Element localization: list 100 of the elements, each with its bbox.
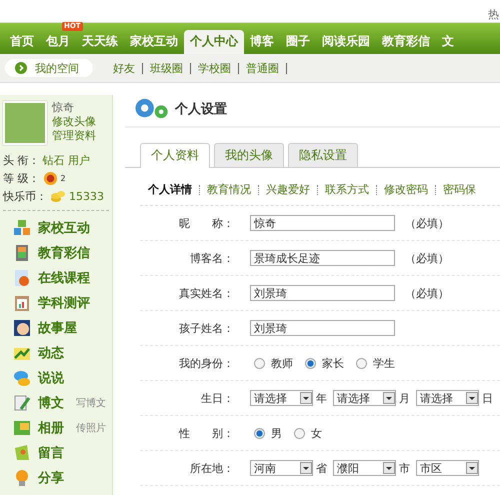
settings-tab[interactable]: 个人资料: [140, 143, 210, 168]
circle-link[interactable]: 好友: [113, 60, 135, 76]
stat-label: 头 衔：: [3, 152, 40, 168]
face-icon[interactable]: [13, 318, 31, 336]
section-link[interactable]: 个人详情: [148, 182, 192, 197]
chart-icon[interactable]: [13, 294, 31, 312]
field-label: 我的身份：: [178, 356, 235, 370]
sidebar-action-link[interactable]: 传照片: [76, 420, 106, 434]
dropdown[interactable]: 濮阳: [333, 460, 396, 476]
dropdown[interactable]: 请选择: [333, 390, 396, 406]
page-title: 个人设置: [175, 101, 227, 118]
radio-label: 教师: [271, 356, 293, 370]
sidebar-menu-item[interactable]: 相册: [38, 418, 64, 436]
field-label: 所在地：: [189, 460, 235, 476]
sidebar-menu-item[interactable]: 分享: [38, 468, 64, 486]
radio-label: 男: [271, 426, 282, 440]
circle-link[interactable]: 学校圈: [198, 60, 231, 76]
text-input[interactable]: 景琦成长足迹: [250, 250, 395, 266]
radio-button[interactable]: [305, 358, 316, 368]
sidebar-menu-item[interactable]: 学科测评: [38, 294, 90, 312]
sidebar-menu-item[interactable]: 在线课程: [38, 268, 90, 286]
radio-label: 女: [311, 426, 322, 440]
caret-icon: [466, 462, 478, 474]
section-link[interactable]: 密码保: [443, 182, 476, 197]
coin-count: 15333: [69, 190, 104, 202]
dropdown[interactable]: 请选择: [416, 390, 479, 406]
sidebar-menu-item[interactable]: 动态: [38, 344, 64, 362]
nav-tab[interactable]: 天天练: [76, 30, 124, 54]
nav-tab[interactable]: 阅读乐园: [316, 30, 376, 54]
nav-tab[interactable]: 个人中心: [184, 30, 244, 54]
section-link[interactable]: 教育情况: [207, 182, 251, 197]
profile-link[interactable]: 修改头像: [52, 115, 96, 129]
dropdown[interactable]: 请选择: [250, 390, 313, 406]
chat-icon[interactable]: [13, 368, 31, 386]
section-link[interactable]: 兴趣爱好: [266, 182, 310, 197]
field-label: 生日：: [200, 390, 235, 406]
field-label: 性 别：: [178, 426, 235, 440]
radio-label: 学生: [373, 356, 395, 370]
text-input[interactable]: 惊奇: [250, 215, 395, 231]
unit-label: 月: [399, 390, 410, 406]
level-number: 2: [60, 174, 66, 182]
required-note: （必填）: [405, 286, 449, 300]
radio-button[interactable]: [254, 428, 265, 438]
arrow-circle-icon: [15, 62, 27, 74]
sun-icon: [42, 170, 58, 186]
nav-tab[interactable]: 教育彩信: [376, 30, 436, 54]
text-input[interactable]: 刘景琦: [250, 320, 395, 336]
settings-tab[interactable]: 隐私设置: [288, 143, 358, 167]
circle-link[interactable]: 班级圈: [150, 60, 183, 76]
section-link[interactable]: 修改密码: [384, 182, 428, 197]
nav-tab[interactable]: 圈子: [280, 30, 316, 54]
circle-link[interactable]: 普通圈: [246, 60, 279, 76]
media-icon[interactable]: [13, 268, 31, 286]
my-space-link[interactable]: 我的空间: [5, 59, 93, 77]
field-label: 真实姓名：: [178, 286, 235, 300]
photo-placeholder: [3, 101, 47, 145]
profile-link[interactable]: 管理资料: [52, 129, 96, 143]
lightbulb-icon[interactable]: [13, 468, 31, 486]
sidebar-menu-item[interactable]: 博文: [38, 394, 64, 412]
sidebar-menu-item[interactable]: 教育彩信: [38, 244, 90, 262]
caret-icon: [383, 392, 395, 404]
radio-button[interactable]: [254, 358, 265, 368]
top-link[interactable]: 热: [488, 7, 500, 22]
dropdown[interactable]: 市区: [416, 460, 479, 476]
nav-tab[interactable]: 家校互动: [124, 30, 184, 54]
sidebar-menu-item[interactable]: 家校互动: [38, 218, 90, 236]
required-note: （必填）: [405, 250, 449, 266]
photo-icon[interactable]: [13, 418, 31, 436]
radio-button[interactable]: [356, 358, 367, 368]
settings-tab[interactable]: 我的头像: [214, 143, 284, 167]
required-note: （必填）: [405, 216, 449, 230]
caret-icon: [383, 462, 395, 474]
nav-tab[interactable]: 包月: [40, 30, 76, 54]
caret-icon: [300, 392, 312, 404]
field-label: 博客名：: [189, 250, 235, 266]
nav-tab[interactable]: 首页: [4, 30, 40, 54]
card-icon[interactable]: [13, 244, 31, 262]
cubes-icon[interactable]: [13, 218, 31, 236]
unit-label: 省: [316, 460, 327, 476]
sidebar-menu-item[interactable]: 留言: [38, 444, 64, 462]
pencil-icon[interactable]: [13, 394, 31, 412]
radio-button[interactable]: [294, 428, 305, 438]
stat-value: 钻石 用户: [42, 152, 90, 168]
nav-tab[interactable]: 文: [436, 30, 460, 54]
stat-label: 快乐币：: [3, 188, 47, 204]
sidebar-action-link[interactable]: 写博文: [76, 396, 106, 410]
note-icon[interactable]: [13, 444, 31, 462]
stat-label: 等 级：: [3, 170, 40, 186]
coins-icon: [50, 189, 66, 203]
sidebar-menu-item[interactable]: 说说: [38, 368, 64, 386]
field-label: 孩子姓名：: [178, 320, 235, 336]
nav-tab[interactable]: 博客: [244, 30, 280, 54]
caret-icon: [466, 392, 478, 404]
text-input[interactable]: 刘景琦: [250, 285, 395, 301]
section-link[interactable]: 联系方式: [325, 182, 369, 197]
dropdown[interactable]: 河南: [250, 460, 313, 476]
radio-label: 家长: [322, 356, 344, 370]
user-name: 惊奇: [52, 101, 75, 115]
caret-icon: [300, 462, 312, 474]
sidebar-menu-item[interactable]: 故事屋: [38, 318, 77, 336]
